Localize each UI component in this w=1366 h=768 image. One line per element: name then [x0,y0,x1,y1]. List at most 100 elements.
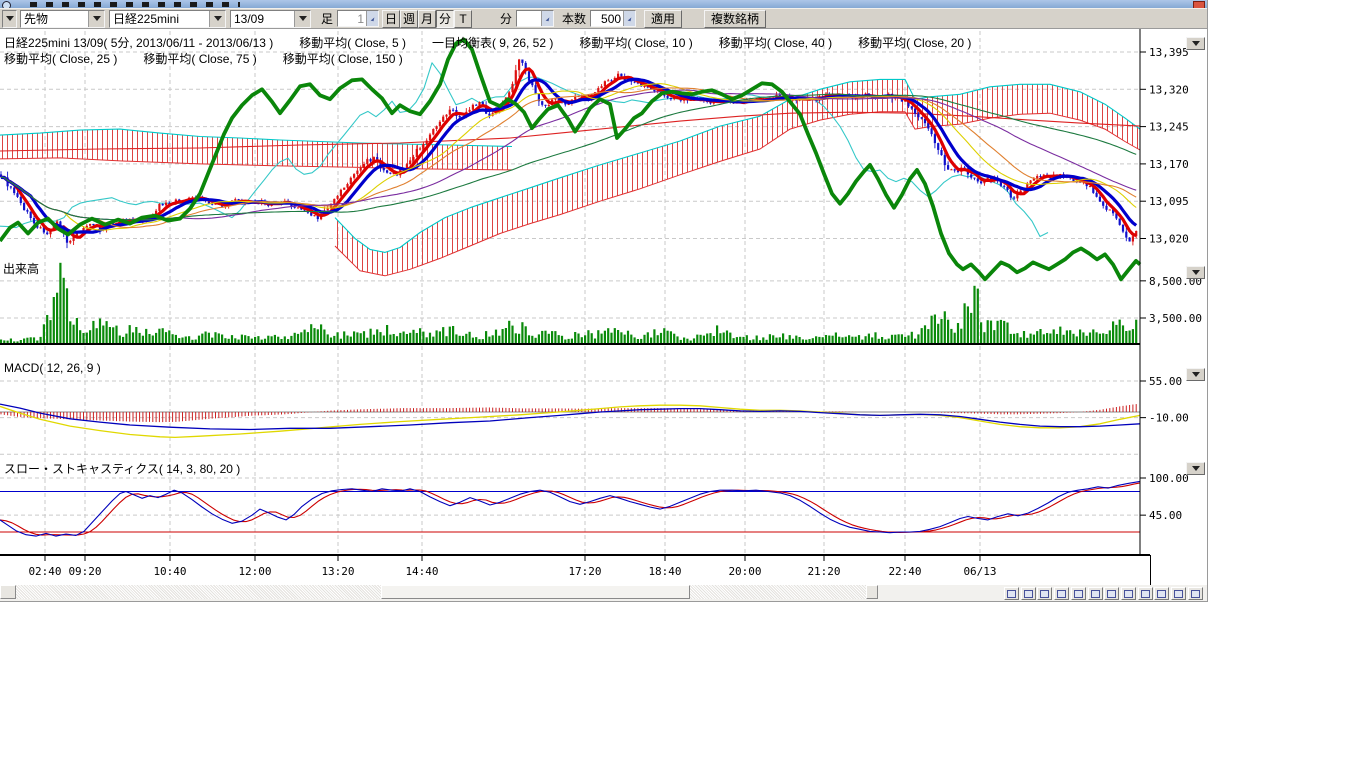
svg-text:18:40: 18:40 [648,565,681,578]
bar-count-label: 本数 [562,10,586,27]
scrollbar-thumb[interactable] [381,585,690,599]
svg-text:22:40: 22:40 [888,565,921,578]
desktop: 先物 日経225mini 13/09 足 1 日 週 月 分 T 分 [0,0,1366,768]
tool-glyph-icon [1124,590,1133,598]
svg-text:12:00: 12:00 [238,565,271,578]
chart-tool-button-3[interactable] [1037,587,1052,600]
market-select[interactable]: 先物 [20,10,105,28]
svg-text:09:20: 09:20 [68,565,101,578]
svg-text:13,245: 13,245 [1149,121,1189,134]
tool-glyph-icon [1191,590,1200,598]
apply-button[interactable]: 適用 [644,10,682,28]
svg-text:100.00: 100.00 [1149,472,1189,485]
stochastics [0,481,1140,536]
scroll-right-button[interactable] [866,585,878,599]
svg-text:06/13: 06/13 [963,565,996,578]
svg-text:13,020: 13,020 [1149,232,1189,245]
chart-toolbar: 先物 日経225mini 13/09 足 1 日 週 月 分 T 分 [0,8,1207,29]
contract-month-value: 13/09 [231,11,294,27]
minute-label: 分 [500,10,512,27]
period-button-day[interactable]: 日 [382,10,400,28]
svg-text:13,095: 13,095 [1149,195,1189,208]
chart-area[interactable]: 13,39513,32013,24513,17013,09513,0208,50… [0,29,1207,586]
svg-text:55.00: 55.00 [1149,375,1182,388]
volume-axis-dropdown-button[interactable] [1186,266,1205,279]
chart-tool-button-7[interactable] [1104,587,1119,600]
chart-tool-button-4[interactable] [1054,587,1069,600]
period-button-minute[interactable]: 分 [436,10,454,28]
bar-interval-stepper[interactable]: 1 [337,10,379,27]
multi-symbol-button[interactable]: 複数銘柄 [704,10,766,28]
symbol-select[interactable]: 日経225mini [109,10,226,28]
spinner-icon[interactable] [541,11,553,26]
svg-text:20:00: 20:00 [728,565,761,578]
hidden-combo[interactable] [2,10,17,28]
scrollbar-track-left[interactable] [16,585,381,599]
chart-tool-button-12[interactable] [1188,587,1203,600]
period-button-tick[interactable]: T [454,10,472,28]
bar-count-stepper[interactable]: 500 [590,10,636,27]
window-titlebar[interactable] [0,0,1207,8]
svg-text:13,395: 13,395 [1149,46,1189,59]
chart-tool-button-5[interactable] [1071,587,1086,600]
chevron-down-icon[interactable] [88,11,104,27]
chart-canvas[interactable]: 13,39513,32013,24513,17013,09513,0208,50… [0,29,1207,591]
stoch-axis-dropdown-button[interactable] [1186,462,1205,475]
svg-text:13:20: 13:20 [321,565,354,578]
tool-glyph-icon [1107,590,1116,598]
tool-glyph-icon [1057,590,1066,598]
svg-text:10:40: 10:40 [153,565,186,578]
price-chart-svg[interactable]: 13,39513,32013,24513,17013,09513,0208,50… [0,29,1207,586]
scrollbar-track-right[interactable] [690,585,866,599]
bar-interval-value: 1 [338,12,366,26]
chart-tool-button-9[interactable] [1138,587,1153,600]
tool-glyph-icon [1074,590,1083,598]
bar-count-value: 500 [591,12,623,26]
chart-tool-button-10[interactable] [1154,587,1169,600]
volume-bars [0,263,1137,344]
tool-glyph-icon [1091,590,1100,598]
chevron-down-icon[interactable] [209,11,225,27]
chart-tool-button-6[interactable] [1088,587,1103,600]
symbol-select-value: 日経225mini [110,11,209,27]
chart-tool-button-11[interactable] [1171,587,1186,600]
tool-glyph-icon [1174,590,1183,598]
contract-month-select[interactable]: 13/09 [230,10,311,28]
minute-stepper[interactable] [516,10,554,27]
tool-glyph-icon [1040,590,1049,598]
chevron-down-icon[interactable] [3,11,16,27]
svg-text:13,320: 13,320 [1149,83,1189,96]
axis-ticks: 13,39513,32013,24513,17013,09513,0208,50… [0,46,1202,522]
scroll-left-button[interactable] [0,585,16,599]
chart-application-window: 先物 日経225mini 13/09 足 1 日 週 月 分 T 分 [0,0,1208,602]
period-button-month[interactable]: 月 [418,10,436,28]
svg-text:17:20: 17:20 [568,565,601,578]
macd-histogram [1,404,1136,422]
svg-text:13,170: 13,170 [1149,158,1189,171]
tool-glyph-icon [1024,590,1033,598]
ichimoku-cloud [0,79,1140,275]
tool-glyph-icon [1157,590,1166,598]
svg-text:-10.00: -10.00 [1149,412,1189,425]
chart-tool-button-8[interactable] [1121,587,1136,600]
bar-type-label: 足 [321,10,333,27]
horizontal-scrollbar [0,585,1207,601]
macd-axis-dropdown-button[interactable] [1186,368,1205,381]
macd-lines [0,404,1140,437]
market-select-value: 先物 [21,11,88,27]
chart-tool-button-2[interactable] [1021,587,1036,600]
spinner-icon[interactable] [623,11,635,26]
price-axis-dropdown-button[interactable] [1186,37,1205,50]
svg-text:14:40: 14:40 [405,565,438,578]
svg-text:3,500.00: 3,500.00 [1149,312,1202,325]
axis-divider-line [1150,555,1151,588]
tool-glyph-icon [1141,590,1150,598]
chart-tool-button-1[interactable] [1004,587,1019,600]
tool-glyph-icon [1007,590,1016,598]
chevron-down-icon[interactable] [294,11,310,27]
spinner-icon[interactable] [366,11,378,26]
svg-text:21:20: 21:20 [807,565,840,578]
svg-text:02:40: 02:40 [28,565,61,578]
svg-text:45.00: 45.00 [1149,509,1182,522]
period-button-week[interactable]: 週 [400,10,418,28]
